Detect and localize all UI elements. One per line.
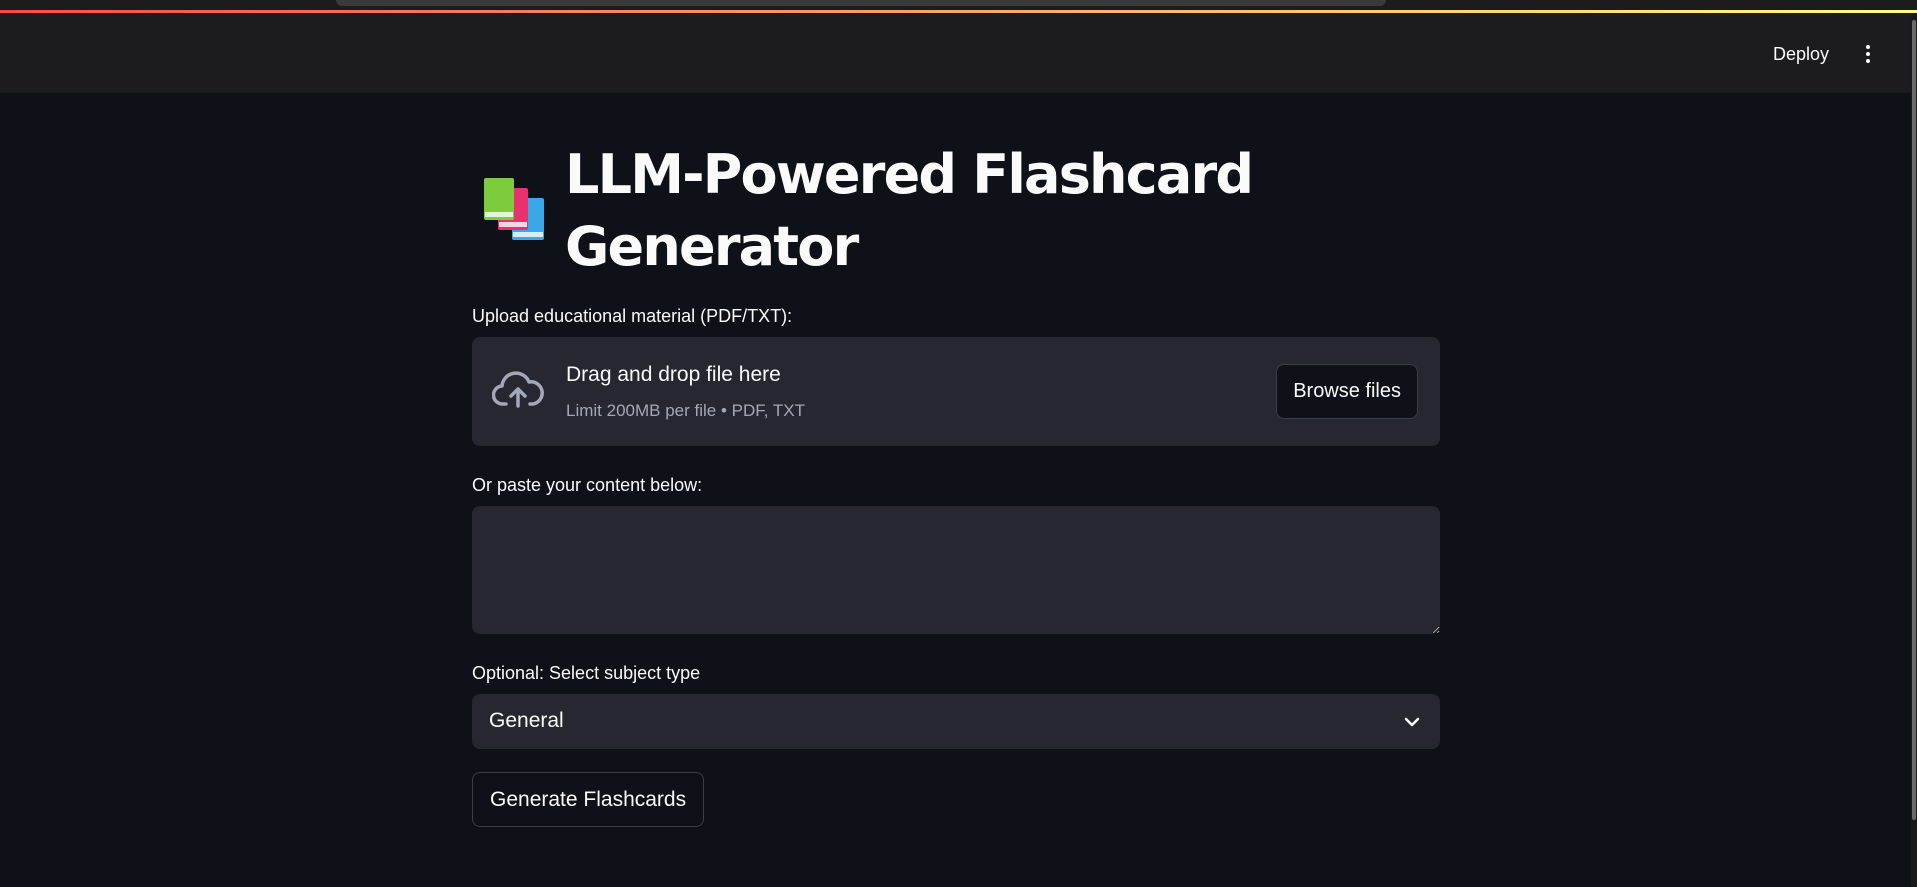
cloud-upload-icon — [492, 371, 544, 408]
page-title: LLM-Powered Flashcard Generator — [565, 139, 1254, 283]
scrollbar-thumb[interactable] — [1912, 20, 1916, 820]
kebab-dot — [1866, 59, 1870, 63]
browse-files-button[interactable]: Browse files — [1276, 364, 1418, 419]
file-dropzone[interactable]: Drag and drop file here Limit 200MB per … — [472, 337, 1440, 446]
kebab-menu-icon — [1866, 45, 1870, 49]
subject-select-value: General — [489, 709, 564, 732]
paste-label: Or paste your content below: — [472, 475, 703, 495]
page-title-line-2: Generator — [565, 215, 859, 278]
kebab-dot — [1866, 52, 1870, 56]
content-textarea[interactable] — [472, 506, 1440, 634]
app-header — [0, 13, 1911, 93]
page-title-line-1: LLM-Powered Flashcard — [565, 143, 1254, 206]
main-menu-button[interactable] — [1852, 38, 1884, 70]
deploy-button[interactable]: Deploy — [1757, 38, 1845, 70]
subject-select[interactable]: General — [472, 694, 1440, 749]
chevron-down-icon — [1404, 717, 1420, 727]
subject-label: Optional: Select subject type — [472, 663, 701, 683]
generate-flashcards-button[interactable]: Generate Flashcards — [472, 772, 705, 827]
dropzone-limit-text: Limit 200MB per file • PDF, TXT — [566, 401, 805, 420]
upload-label: Upload educational material (PDF/TXT): — [472, 306, 793, 326]
dropzone-title: Drag and drop file here — [566, 363, 781, 386]
main-container: LLM-Powered Flashcard Generator Upload e… — [472, 93, 1440, 827]
page-title-row: LLM-Powered Flashcard Generator — [472, 139, 1440, 283]
books-emoji-icon — [484, 178, 544, 240]
browser-tab-strip — [336, 0, 1386, 6]
